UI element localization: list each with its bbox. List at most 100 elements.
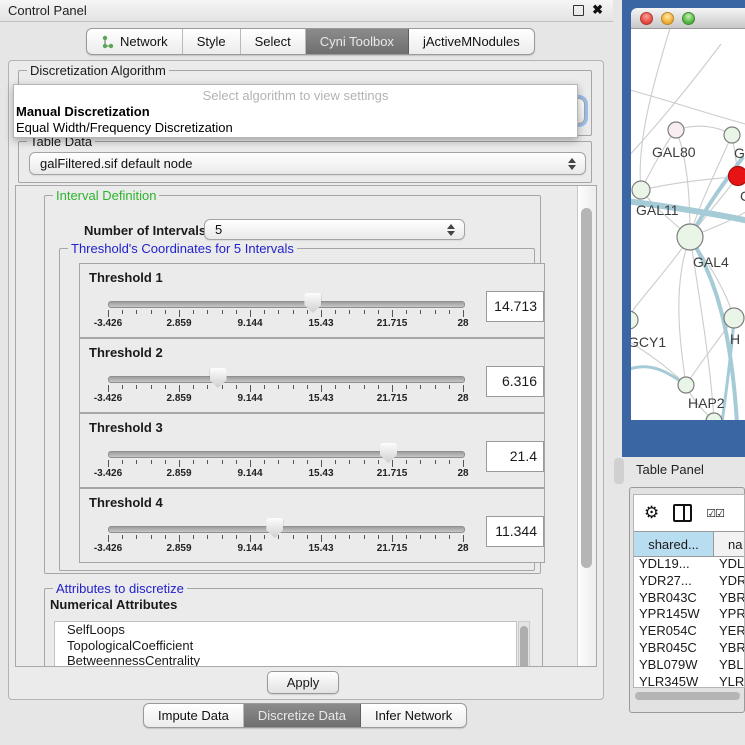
zoom-traffic-light-icon[interactable] [682,12,695,25]
gear-icon[interactable]: ⚙ [644,503,659,523]
threshold-2-slider-track[interactable] [108,376,465,383]
column-header-name[interactable]: na [714,532,744,556]
table-horizontal-scrollbar[interactable] [634,691,744,701]
thresholds-group-title: Threshold's Coordinates for 5 Intervals [68,241,297,256]
checkboxes-icon[interactable]: ☑☑ [706,507,724,520]
table-row[interactable]: YER054CYER0 [634,623,744,640]
slider-tick [151,385,152,389]
slider-tick [420,460,421,464]
table-row[interactable]: YLR345WYLR3 [634,674,744,687]
close-traffic-light-icon[interactable] [640,12,653,25]
node-right[interactable] [724,308,744,328]
cell-shared-name[interactable]: YBR043C [634,590,713,607]
slider-tick [392,385,393,392]
node-top-right[interactable] [724,127,740,143]
table-panel-body: ⚙ ☑☑ shared... na YDL19...YDL1YDR27...YD… [633,494,745,688]
table-row[interactable]: YDL19...YDL1 [634,556,744,573]
table-row[interactable]: YDR27...YDR2 [634,573,744,590]
slider-tick-label: 2.859 [166,393,191,404]
cell-name[interactable]: YDL1 [713,556,744,573]
cell-name[interactable]: YBR0 [713,640,744,657]
table-row[interactable]: YPR145WYPR1 [634,606,744,623]
minimize-traffic-light-icon[interactable] [661,12,674,25]
threshold-4-value-field[interactable]: 11.344 [486,516,544,547]
cell-name[interactable]: YDR2 [713,573,744,590]
popup-item-equal-width-frequency[interactable]: Equal Width/Frequency Discretization [16,120,233,135]
slider-tick [250,310,251,317]
cell-shared-name[interactable]: YLR345W [634,674,713,687]
float-window-icon[interactable] [573,5,584,16]
slider-tick-label: 9.144 [237,318,262,329]
threshold-3-value-field[interactable]: 21.4 [486,441,544,472]
settings-scrollbar-thumb[interactable] [581,208,592,568]
attribute-list-item[interactable]: BetweennessCentrality [55,653,516,667]
attribute-list-item[interactable]: TopologicalCoefficient [55,638,516,654]
cell-shared-name[interactable]: YDR27... [634,573,713,590]
slider-tick [278,310,279,314]
threshold-3-slider-track[interactable] [108,451,465,458]
slider-tick [122,535,123,539]
panel-splitter-handle[interactable] [614,458,624,484]
numerical-attributes-list[interactable]: SelfLoopsTopologicalCoefficientBetweenne… [54,621,517,667]
table-row[interactable]: YBL079WYBL0 [634,657,744,674]
slider-tick-label: 21.715 [377,468,408,479]
cell-shared-name[interactable]: YPR145W [634,606,713,623]
tab-style[interactable]: Style [183,29,241,54]
threshold-4-label: Threshold 4 [89,495,163,510]
slider-tick [463,310,464,317]
threshold-4-slider-track[interactable] [108,526,465,533]
table-row[interactable]: YBR045CYBR0 [634,640,744,657]
slider-tick [321,310,322,317]
split-columns-icon[interactable] [673,504,692,522]
number-of-intervals-combobox[interactable]: 5 [204,219,465,240]
tab-network[interactable]: Network [87,29,183,54]
node-red-selected[interactable] [729,167,745,186]
close-icon[interactable]: ✖ [592,4,603,16]
slider-tick [364,385,365,389]
tab-infer-network[interactable]: Infer Network [361,704,466,727]
cell-shared-name[interactable]: YBL079W [634,657,713,674]
slider-tick [392,535,393,542]
cell-name[interactable]: YER0 [713,623,744,640]
tab-jactivemnodules[interactable]: jActiveMNodules [409,29,534,54]
slider-tick [179,460,180,467]
popup-item-manual-discretization[interactable]: Manual Discretization [16,104,150,119]
node-bottom[interactable] [706,413,722,420]
slider-tick [349,385,350,389]
settings-scrollbar[interactable] [577,186,596,666]
tab-discretize-data[interactable]: Discretize Data [244,704,361,727]
cell-name[interactable]: YLR3 [713,674,744,687]
thresholds-group: Threshold's Coordinates for 5 Intervals … [59,248,535,571]
slider-tick-label: -3.426 [94,543,122,554]
node-gal80[interactable] [668,122,684,138]
slider-tick [165,535,166,539]
slider-tick [406,460,407,464]
slider-tick-label: 21.715 [377,318,408,329]
node-gal4[interactable] [677,224,703,250]
threshold-1-value-field[interactable]: 14.713 [486,291,544,322]
cell-name[interactable]: YBR0 [713,590,744,607]
attribute-list-item[interactable]: SelfLoops [55,622,516,638]
table-data-combobox[interactable]: galFiltered.sif default node [29,152,586,175]
tab-impute-data[interactable]: Impute Data [144,704,244,727]
threshold-1-slider-track[interactable] [108,301,465,308]
tab-cyni-toolbox[interactable]: Cyni Toolbox [306,29,409,54]
node-gcy1[interactable] [631,311,638,329]
cell-shared-name[interactable]: YBR045C [634,640,713,657]
slider-tick [307,460,308,464]
network-canvas[interactable]: GAL80 GA C GAL11 GAL4 GCY1 H HAP2 [631,29,745,420]
slider-tick [278,385,279,389]
column-header-shared-name[interactable]: shared... [634,532,714,556]
table-row[interactable]: YBR043CYBR0 [634,590,744,607]
node-hap2[interactable] [678,377,694,393]
cell-shared-name[interactable]: YER054C [634,623,713,640]
tab-select[interactable]: Select [241,29,306,54]
node-gal11[interactable] [632,181,650,199]
threshold-2-value-field[interactable]: 6.316 [486,366,544,397]
cell-name[interactable]: YBL0 [713,657,744,674]
cell-shared-name[interactable]: YDL19... [634,556,713,573]
apply-button[interactable]: Apply [267,671,339,694]
attributes-list-scrollbar[interactable] [518,621,530,667]
slider-tick-label: 28 [457,468,468,479]
cell-name[interactable]: YPR1 [713,606,744,623]
